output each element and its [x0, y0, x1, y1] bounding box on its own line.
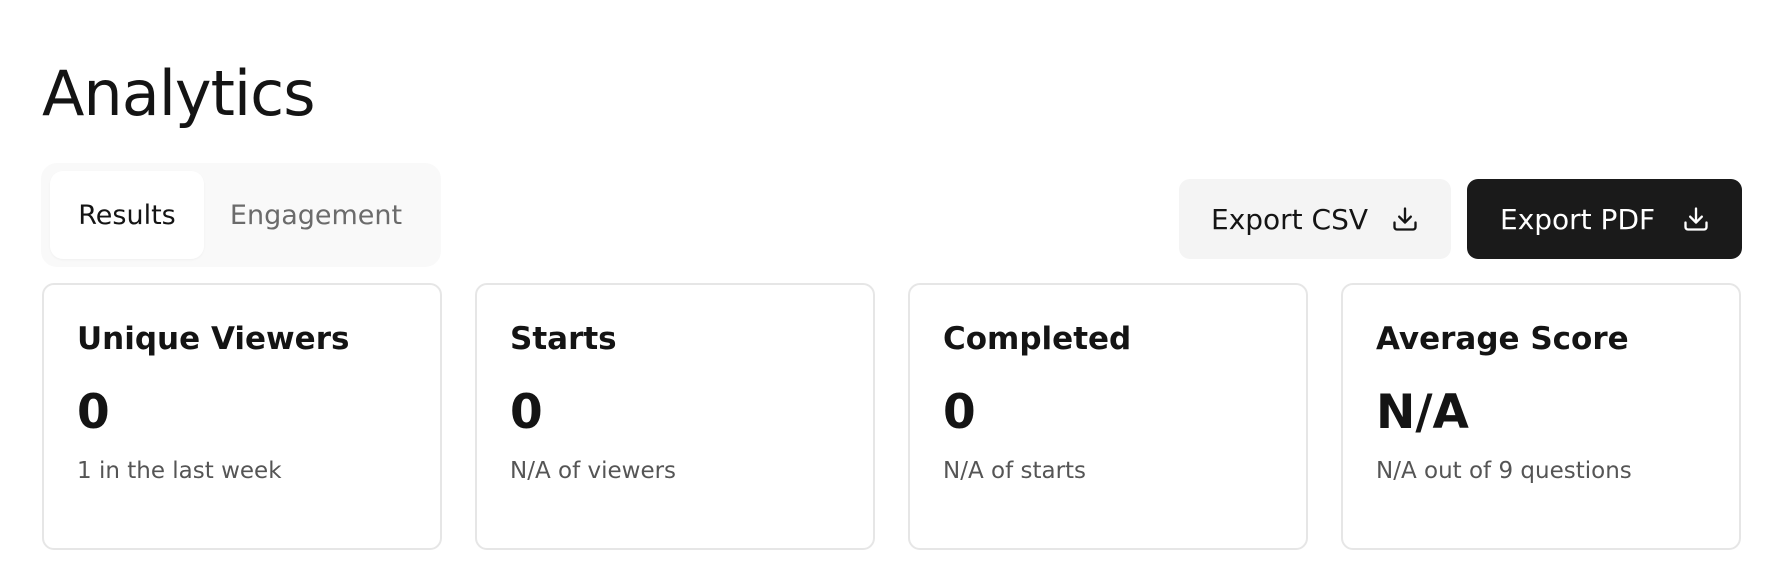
stat-card-average-score: Average Score N/A N/A out of 9 questions — [1341, 283, 1741, 550]
export-pdf-label: Export PDF — [1500, 202, 1656, 236]
stat-card-value: N/A — [1376, 385, 1469, 440]
stat-card-completed: Completed 0 N/A of starts — [908, 283, 1308, 550]
export-pdf-button[interactable]: Export PDF — [1467, 179, 1742, 259]
analytics-page: Analytics Results Engagement Export CSV … — [0, 0, 1784, 576]
download-icon — [1684, 207, 1708, 231]
tab-results[interactable]: Results — [50, 171, 204, 259]
download-icon — [1393, 207, 1417, 231]
stat-card-unique-viewers: Unique Viewers 0 1 in the last week — [42, 283, 442, 550]
stat-card-title: Average Score — [1376, 321, 1629, 357]
tab-bar: Results Engagement — [41, 163, 441, 267]
stat-card-starts: Starts 0 N/A of viewers — [475, 283, 875, 550]
stat-card-value: 0 — [943, 385, 976, 440]
stat-card-value: 0 — [510, 385, 543, 440]
stat-card-title: Completed — [943, 321, 1132, 357]
stat-card-title: Starts — [510, 321, 617, 357]
export-csv-label: Export CSV — [1211, 202, 1369, 236]
stat-card-subtext: N/A of viewers — [510, 458, 677, 484]
stat-card-subtext: N/A out of 9 questions — [1376, 458, 1632, 484]
stats-cards: Unique Viewers 0 1 in the last week Star… — [42, 283, 1742, 550]
stat-card-subtext: 1 in the last week — [77, 458, 282, 484]
export-csv-button[interactable]: Export CSV — [1179, 179, 1451, 259]
stat-card-subtext: N/A of starts — [943, 458, 1087, 484]
tab-engagement[interactable]: Engagement — [204, 171, 428, 259]
page-title: Analytics — [42, 57, 316, 130]
stat-card-title: Unique Viewers — [77, 321, 350, 357]
stat-card-value: 0 — [77, 385, 110, 440]
